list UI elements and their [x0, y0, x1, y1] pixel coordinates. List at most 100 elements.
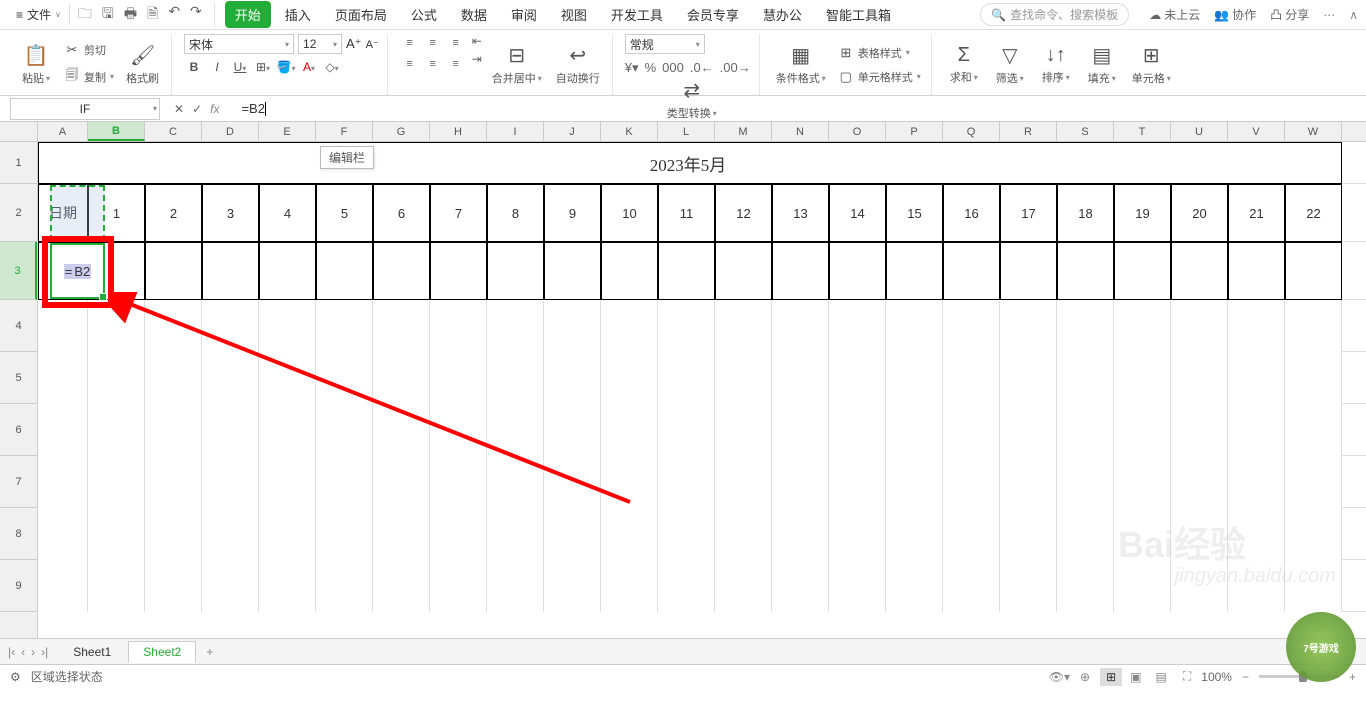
cell[interactable] [1228, 142, 1285, 184]
cell[interactable] [829, 456, 886, 508]
cell[interactable] [202, 456, 259, 508]
column-header[interactable]: O [829, 122, 886, 141]
cell[interactable] [886, 404, 943, 456]
cell[interactable] [88, 404, 145, 456]
cell[interactable] [601, 456, 658, 508]
cell[interactable] [88, 352, 145, 404]
cell[interactable] [601, 242, 658, 300]
cell[interactable]: 10 [601, 184, 658, 242]
cell[interactable] [316, 560, 373, 612]
cell[interactable] [943, 508, 1000, 560]
tab-member[interactable]: 会员专享 [677, 1, 749, 28]
cell[interactable] [1000, 242, 1057, 300]
cell[interactable]: 19 [1114, 184, 1171, 242]
search-box[interactable]: 🔍 查找命令、搜索模板 [980, 3, 1129, 26]
cell[interactable] [145, 300, 202, 352]
border-button[interactable]: ⊞▾ [253, 60, 273, 74]
cell[interactable] [1114, 242, 1171, 300]
cell[interactable] [373, 404, 430, 456]
tab-formula[interactable]: 公式 [401, 1, 447, 28]
cell[interactable] [658, 300, 715, 352]
cell[interactable] [373, 242, 430, 300]
tab-review[interactable]: 审阅 [501, 1, 547, 28]
cell[interactable] [601, 508, 658, 560]
file-menu[interactable]: ≡ 文件 ∨ [8, 4, 70, 25]
cell[interactable] [1171, 352, 1228, 404]
cell[interactable] [1285, 456, 1342, 508]
column-header[interactable]: K [601, 122, 658, 141]
cell[interactable]: 9 [544, 184, 601, 242]
column-header[interactable]: D [202, 122, 259, 141]
column-header[interactable]: N [772, 122, 829, 141]
cell[interactable] [1057, 352, 1114, 404]
column-header[interactable]: L [658, 122, 715, 141]
cell[interactable] [1000, 404, 1057, 456]
paste-button[interactable]: 📋 粘贴▾ [16, 34, 56, 95]
cell[interactable] [601, 300, 658, 352]
decrease-font-icon[interactable]: A⁻ [366, 38, 379, 51]
cell[interactable] [1171, 456, 1228, 508]
cell[interactable]: 5 [316, 184, 373, 242]
select-all-corner[interactable] [0, 122, 38, 142]
accept-icon[interactable]: ✓ [192, 102, 202, 116]
cell[interactable] [259, 242, 316, 300]
cell[interactable] [259, 456, 316, 508]
cell[interactable] [202, 352, 259, 404]
cell[interactable] [772, 456, 829, 508]
cell[interactable] [1057, 242, 1114, 300]
cell[interactable] [772, 300, 829, 352]
comma-icon[interactable]: 000 [662, 60, 684, 76]
cell[interactable] [829, 352, 886, 404]
page-layout-icon[interactable]: ▣ [1124, 668, 1147, 686]
cell[interactable] [430, 300, 487, 352]
column-header[interactable]: Q [943, 122, 1000, 141]
cell[interactable] [1114, 300, 1171, 352]
cell[interactable] [772, 404, 829, 456]
cell[interactable] [715, 456, 772, 508]
add-sheet-button[interactable]: + [198, 642, 221, 662]
cell[interactable]: 3 [202, 184, 259, 242]
focus-icon[interactable]: ⊕ [1080, 670, 1090, 684]
cell[interactable] [259, 560, 316, 612]
cell[interactable] [1114, 352, 1171, 404]
cell[interactable] [1000, 300, 1057, 352]
cell[interactable] [145, 560, 202, 612]
first-sheet-icon[interactable]: |‹ [8, 645, 15, 659]
cell[interactable] [316, 352, 373, 404]
cell[interactable] [373, 142, 430, 184]
column-header[interactable]: U [1171, 122, 1228, 141]
cell[interactable] [715, 404, 772, 456]
cell[interactable]: 日期 [38, 184, 88, 242]
cell[interactable] [829, 142, 886, 184]
cell[interactable] [1285, 300, 1342, 352]
cell[interactable] [38, 142, 88, 184]
cell[interactable] [145, 456, 202, 508]
cell[interactable] [658, 142, 715, 184]
cell-style-button[interactable]: ▢单元格样式▾ [836, 67, 923, 87]
cell[interactable] [487, 456, 544, 508]
cell[interactable] [487, 560, 544, 612]
merge-button[interactable]: ⊟ 合并居中▾ [488, 34, 546, 95]
cell[interactable] [1285, 142, 1342, 184]
cell[interactable] [316, 300, 373, 352]
cell[interactable] [1000, 352, 1057, 404]
cell[interactable] [1057, 404, 1114, 456]
normal-view-icon[interactable]: ⊞ [1100, 668, 1122, 686]
tab-smart-tools[interactable]: 智能工具箱 [816, 1, 901, 28]
cell[interactable]: 7 [430, 184, 487, 242]
bold-button[interactable]: B [184, 60, 204, 74]
cell[interactable] [373, 456, 430, 508]
sheet-tab-1[interactable]: Sheet1 [58, 641, 126, 663]
column-header[interactable]: A [38, 122, 88, 141]
align-top-icon[interactable]: ≡ [400, 34, 420, 52]
cell[interactable]: 22 [1285, 184, 1342, 242]
column-header[interactable]: G [373, 122, 430, 141]
sum-button[interactable]: Σ求和▾ [944, 34, 984, 95]
cell[interactable] [772, 508, 829, 560]
cell[interactable] [202, 560, 259, 612]
cell[interactable]: 11 [658, 184, 715, 242]
cell[interactable] [430, 560, 487, 612]
column-header[interactable]: I [487, 122, 544, 141]
cell[interactable] [943, 242, 1000, 300]
zoom-level[interactable]: 100% [1201, 670, 1232, 684]
